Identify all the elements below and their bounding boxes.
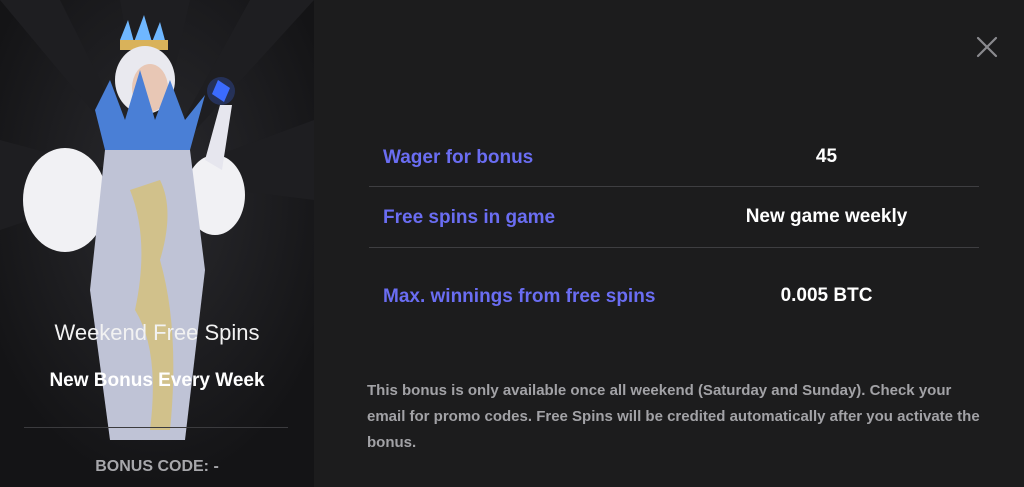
table-row: Max. winnings from free spins 0.005 BTC [369,248,979,344]
promo-panel: Weekend Free Spins New Bonus Every Week … [0,0,314,487]
table-row: Wager for bonus 45 [369,128,979,187]
bonus-code-label: BONUS CODE: - [95,458,219,475]
wager-label: Wager for bonus [369,128,674,186]
wager-value: 45 [815,146,838,167]
max-winnings-label: Max. winnings from free spins [369,248,674,344]
close-button[interactable] [972,32,1002,62]
divider [24,427,288,428]
close-icon [976,36,998,58]
table-row: Free spins in game New game weekly [369,187,979,248]
promo-title: Weekend Free Spins [54,320,260,345]
promo-subtitle: New Bonus Every Week [49,370,265,391]
free-spins-game-value: New game weekly [745,206,908,227]
bonus-details-table: Wager for bonus 45 Free spins in game Ne… [369,128,979,344]
max-winnings-value: 0.005 BTC [780,285,873,306]
bonus-description: This bonus is only available once all we… [367,382,980,451]
free-spins-game-label: Free spins in game [369,187,674,247]
